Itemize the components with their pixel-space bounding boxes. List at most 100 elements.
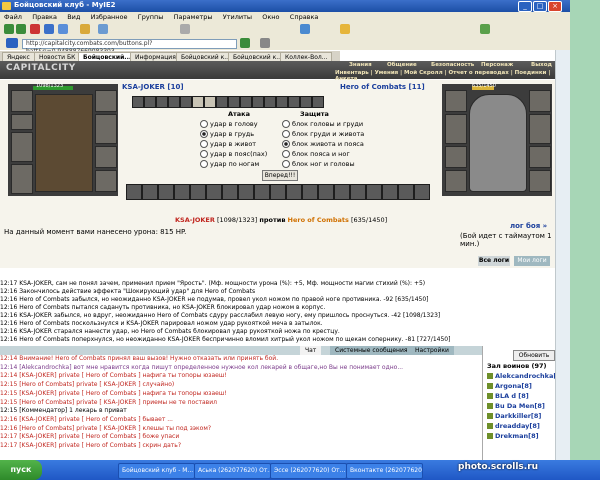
taskbar-item[interactable]: Вконтакте (262077620)...	[346, 463, 423, 479]
action-icon[interactable]	[318, 184, 334, 200]
action-icon[interactable]	[206, 184, 222, 200]
tab-my-logs[interactable]: Мои логи	[514, 256, 550, 266]
skill-icon[interactable]	[288, 96, 300, 108]
attack-option-waist[interactable]: удар в пояс(пах)	[200, 150, 267, 158]
tab-all-logs[interactable]: Все логи	[478, 256, 510, 266]
shield-slot-icon[interactable]	[95, 146, 117, 168]
forward-icon[interactable]	[16, 24, 26, 34]
mail-icon[interactable]	[340, 24, 350, 34]
radio-icon[interactable]	[200, 150, 208, 158]
radio-icon[interactable]	[282, 130, 290, 138]
skill-icon[interactable]	[180, 96, 192, 108]
battle-log-link[interactable]: лог боя »	[510, 222, 547, 230]
radio-icon[interactable]	[200, 130, 208, 138]
refresh-button[interactable]: Обновить	[513, 350, 555, 361]
skill-icon[interactable]	[276, 96, 288, 108]
menu-groups[interactable]: Группы	[134, 12, 168, 22]
nav-exit[interactable]: Выход	[531, 62, 552, 68]
menu-help[interactable]: Справка	[286, 12, 323, 22]
skill-icon[interactable]	[252, 96, 264, 108]
menu-favorites[interactable]: Избранное	[87, 12, 132, 22]
action-icon[interactable]	[270, 184, 286, 200]
go-button-icon[interactable]	[240, 38, 250, 48]
defense-option-5[interactable]: блок ног и головы	[282, 160, 355, 168]
taskbar-item[interactable]: Аська (262077620) От...	[194, 463, 271, 479]
tab-system[interactable]: Системные сообщения	[330, 346, 413, 355]
menu-view[interactable]: Вид	[63, 12, 84, 22]
tab-chat[interactable]: Чат	[300, 346, 322, 355]
defense-option-4[interactable]: блок пояса и ног	[282, 150, 350, 158]
action-icon[interactable]	[158, 184, 174, 200]
action-icon[interactable]	[366, 184, 382, 200]
radio-icon[interactable]	[200, 160, 208, 168]
nav-chat[interactable]: Общение	[387, 62, 417, 68]
action-icon[interactable]	[190, 184, 206, 200]
history-icon[interactable]	[98, 24, 108, 34]
close-button[interactable]: ×	[548, 1, 562, 12]
action-icon[interactable]	[238, 184, 254, 200]
radio-icon[interactable]	[282, 160, 290, 168]
online-user[interactable]: BLA d [8]	[487, 392, 529, 400]
action-icon[interactable]	[222, 184, 238, 200]
versus-enemy[interactable]: Hero of Combats	[288, 216, 349, 224]
defense-option-1[interactable]: блок головы и груди	[282, 120, 363, 128]
address-input[interactable]: http://capitalcity.combats.com/buttons.p…	[22, 39, 237, 55]
plugin-icon[interactable]	[480, 24, 490, 34]
action-icon[interactable]	[350, 184, 366, 200]
start-button[interactable]: пуск	[0, 460, 42, 480]
helmet-slot-icon[interactable]	[11, 90, 33, 112]
online-user[interactable]: dreadday[8]	[487, 422, 540, 430]
action-icon[interactable]	[382, 184, 398, 200]
action-icon[interactable]	[414, 184, 430, 200]
radio-icon[interactable]	[282, 150, 290, 158]
back-icon[interactable]	[4, 24, 14, 34]
skill-icon[interactable]	[312, 96, 324, 108]
skill-icon[interactable]	[156, 96, 168, 108]
enemy-name[interactable]: Hero of Combats [11]	[340, 83, 425, 91]
online-user[interactable]: Drekman[8]	[487, 432, 539, 440]
action-icon[interactable]	[398, 184, 414, 200]
attack-option-belly[interactable]: удар в живот	[200, 140, 256, 148]
skill-icon[interactable]	[204, 96, 216, 108]
online-user[interactable]: Bu Da Men[8]	[487, 402, 545, 410]
online-user[interactable]: Argona[8]	[487, 382, 532, 390]
action-icon[interactable]	[174, 184, 190, 200]
taskbar-item[interactable]: Бойцовский клуб - M...	[118, 463, 195, 479]
online-user[interactable]: Alekcandrochka[8]	[487, 372, 564, 380]
weapon-slot-icon[interactable]	[11, 132, 33, 162]
search-icon[interactable]	[180, 24, 190, 34]
nav-security[interactable]: Безопасность	[431, 62, 474, 68]
refresh-icon[interactable]	[44, 24, 54, 34]
radio-icon[interactable]	[282, 140, 290, 148]
skill-icon[interactable]	[168, 96, 180, 108]
menu-edit[interactable]: Правка	[28, 12, 61, 22]
attack-option-legs[interactable]: удар по ногам	[200, 160, 259, 168]
defense-option-2[interactable]: блок груди и живота	[282, 130, 364, 138]
ring-slot-icon[interactable]	[11, 114, 33, 130]
radio-icon[interactable]	[200, 140, 208, 148]
attack-option-chest[interactable]: удар в грудь	[200, 130, 254, 138]
amulet-slot-icon[interactable]	[95, 90, 117, 112]
menu-file[interactable]: Файл	[0, 12, 26, 22]
player-name[interactable]: KSA-JOKER [10]	[122, 83, 184, 91]
skill-icon[interactable]	[228, 96, 240, 108]
links-icon[interactable]	[260, 38, 270, 48]
action-icon[interactable]	[254, 184, 270, 200]
tab-settings[interactable]: Настройки	[410, 346, 454, 355]
skill-icon[interactable]	[240, 96, 252, 108]
radio-icon[interactable]	[200, 120, 208, 128]
attack-option-head[interactable]: удар в голову	[200, 120, 258, 128]
online-user[interactable]: Darkkiller[8]	[487, 412, 541, 420]
gloves-slot-icon[interactable]	[95, 170, 117, 192]
nav-knowledge[interactable]: Знания	[349, 62, 372, 68]
action-icon[interactable]	[142, 184, 158, 200]
stop-icon[interactable]	[30, 24, 40, 34]
print-icon[interactable]	[300, 24, 310, 34]
minimize-button[interactable]: _	[518, 1, 532, 12]
nav-character[interactable]: Персонаж	[481, 62, 513, 68]
favorites-icon[interactable]	[80, 24, 90, 34]
home-icon[interactable]	[58, 24, 68, 34]
menu-options[interactable]: Параметры	[170, 12, 217, 22]
skill-icon[interactable]	[144, 96, 156, 108]
action-icon[interactable]	[286, 184, 302, 200]
